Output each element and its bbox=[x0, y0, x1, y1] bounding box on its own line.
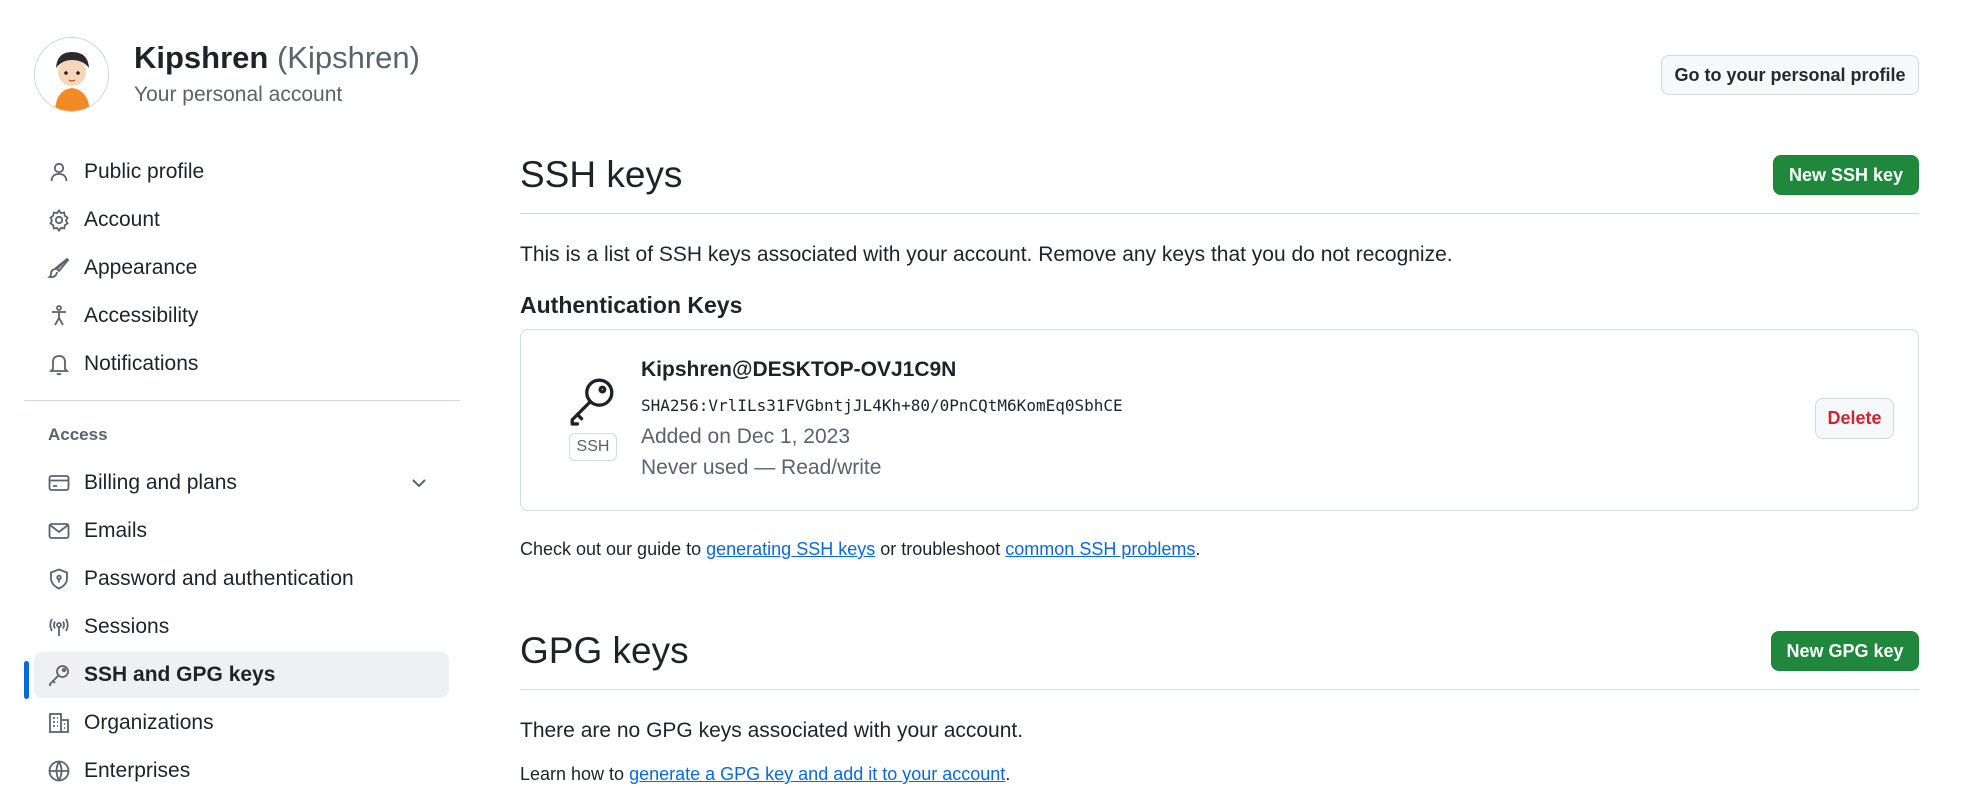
gpg-keys-title: GPG keys bbox=[520, 630, 689, 671]
new-ssh-key-button[interactable]: New SSH key bbox=[1773, 155, 1919, 195]
key-icon bbox=[567, 376, 617, 426]
chevron-down-icon[interactable] bbox=[407, 471, 431, 495]
sidebar-item-label: Organizations bbox=[84, 711, 214, 734]
delete-ssh-key-button[interactable]: Delete bbox=[1815, 398, 1894, 439]
accessibility-icon bbox=[47, 304, 71, 328]
sidebar-item-label: Enterprises bbox=[84, 759, 191, 782]
ssh-key-fingerprint: SHA256:VrlILs31FVGbntjJL4Kh+80/0PnCQtM6K… bbox=[641, 396, 1123, 415]
sidebar-item-label: SSH and GPG keys bbox=[84, 663, 276, 686]
sidebar-item-ssh-gpg-keys[interactable]: SSH and GPG keys bbox=[34, 652, 449, 698]
sidebar-item-label: Sessions bbox=[84, 615, 170, 638]
sidebar-item-password[interactable]: Password and authentication bbox=[34, 556, 449, 602]
key-icon bbox=[47, 663, 71, 687]
sidebar-item-label: Accessibility bbox=[84, 304, 199, 327]
sidebar-item-accessibility[interactable]: Accessibility bbox=[34, 293, 449, 339]
gpg-learn-suffix: . bbox=[1005, 764, 1011, 784]
account-name: Kipshren (Kipshren) bbox=[134, 40, 420, 76]
display-name: Kipshren bbox=[134, 40, 269, 75]
sidebar-item-label: Notifications bbox=[84, 352, 199, 375]
ssh-keys-title: SSH keys bbox=[520, 154, 683, 195]
broadcast-icon bbox=[47, 615, 71, 639]
sidebar-item-label: Emails bbox=[84, 519, 148, 542]
sidebar-item-label: Password and authentication bbox=[84, 567, 354, 590]
paintbrush-icon bbox=[47, 256, 71, 280]
avatar[interactable] bbox=[34, 37, 109, 112]
ssh-guide-prefix: Check out our guide to bbox=[520, 539, 707, 559]
account-login: (Kipshren) bbox=[276, 40, 420, 75]
sidebar-item-billing[interactable]: Billing and plans bbox=[34, 460, 449, 506]
sidebar-item-organizations[interactable]: Organizations bbox=[34, 700, 449, 746]
active-indicator bbox=[24, 661, 29, 699]
go-to-profile-button[interactable]: Go to your personal profile bbox=[1661, 55, 1919, 95]
sidebar-item-label: Billing and plans bbox=[84, 471, 237, 494]
sidebar-item-notifications[interactable]: Notifications bbox=[34, 341, 449, 387]
sidebar-item-enterprises[interactable]: Enterprises bbox=[34, 748, 449, 794]
shield-lock-icon bbox=[47, 567, 71, 591]
sidebar-item-account[interactable]: Account bbox=[34, 197, 449, 243]
credit-card-icon bbox=[47, 471, 71, 495]
generate-gpg-key-link[interactable]: generate a GPG key and add it to your ac… bbox=[629, 764, 1005, 784]
ssh-key-name: Kipshren@DESKTOP-OVJ1C9N bbox=[641, 358, 957, 381]
ssh-divider bbox=[520, 213, 1919, 214]
sidebar-item-emails[interactable]: Emails bbox=[34, 508, 449, 554]
gpg-learn-text: Learn how to generate a GPG key and add … bbox=[520, 764, 1010, 785]
ssh-key-card bbox=[520, 329, 1919, 511]
ssh-type-badge: SSH bbox=[569, 433, 617, 461]
mail-icon bbox=[47, 519, 71, 543]
ssh-description: This is a list of SSH keys associated wi… bbox=[520, 243, 1453, 266]
authentication-keys-heading: Authentication Keys bbox=[520, 292, 743, 318]
sidebar-item-sessions[interactable]: Sessions bbox=[34, 604, 449, 650]
sidebar-divider bbox=[24, 400, 460, 401]
gpg-divider bbox=[520, 689, 1919, 690]
sidebar-item-label: Account bbox=[84, 208, 160, 231]
ssh-guide-text: Check out our guide to generating SSH ke… bbox=[520, 539, 1200, 560]
generating-ssh-keys-link[interactable]: generating SSH keys bbox=[706, 539, 875, 559]
gpg-empty-text: There are no GPG keys associated with yo… bbox=[520, 719, 1024, 742]
sidebar-group-access: Access bbox=[48, 425, 108, 444]
ssh-key-added-date: Added on Dec 1, 2023 bbox=[641, 425, 850, 448]
account-subtitle: Your personal account bbox=[134, 83, 343, 106]
organization-icon bbox=[47, 711, 71, 735]
sidebar-item-appearance[interactable]: Appearance bbox=[34, 245, 449, 291]
ssh-key-usage: Never used — Read/write bbox=[641, 456, 882, 479]
bell-icon bbox=[47, 352, 71, 376]
sidebar-item-public-profile[interactable]: Public profile bbox=[34, 149, 449, 195]
sidebar-item-label: Public profile bbox=[84, 160, 205, 183]
new-gpg-key-button[interactable]: New GPG key bbox=[1771, 631, 1919, 671]
common-ssh-problems-link[interactable]: common SSH problems bbox=[1005, 539, 1195, 559]
globe-icon bbox=[47, 759, 71, 783]
ssh-guide-suffix: . bbox=[1195, 539, 1201, 559]
sidebar-item-label: Appearance bbox=[84, 256, 198, 279]
person-icon bbox=[47, 160, 71, 184]
gpg-learn-prefix: Learn how to bbox=[520, 764, 630, 784]
ssh-guide-middle: or troubleshoot bbox=[875, 539, 1006, 559]
gear-icon bbox=[47, 208, 71, 232]
